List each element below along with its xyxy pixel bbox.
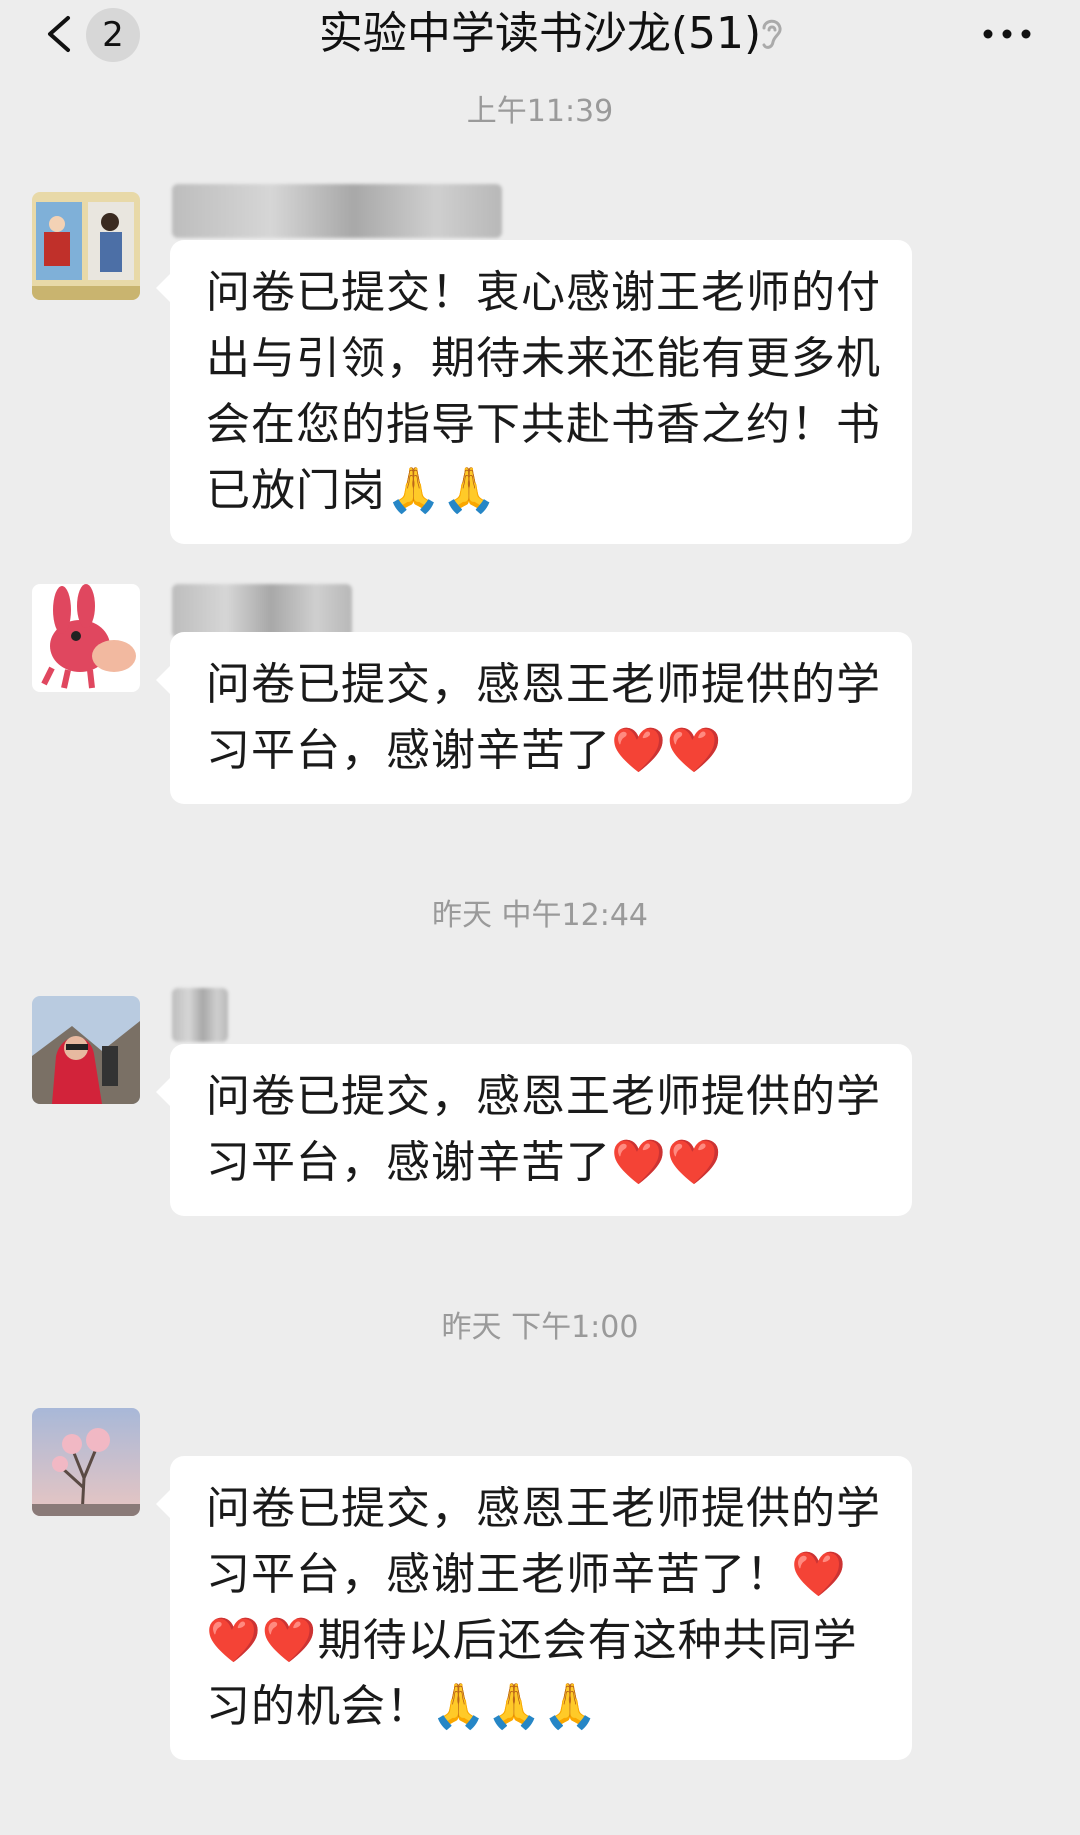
avatar[interactable]: [32, 996, 140, 1104]
ear-mute-icon: [762, 19, 782, 49]
unread-count-badge[interactable]: 2: [86, 8, 140, 62]
message-timestamp: 昨天 中午12:44: [432, 898, 648, 933]
message-bubble[interactable]: 问卷已提交！衷心感谢王老师的付出与引领，期待未来还能有更多机会在您的指导下共赴书…: [156, 240, 912, 544]
message-bubble[interactable]: 问卷已提交，感恩王老师提供的学习平台，感谢王老师辛苦了！❤️❤️❤️期待以后还会…: [156, 1456, 912, 1760]
avatar[interactable]: [32, 1408, 140, 1516]
ellipsis-icon[interactable]: [980, 22, 1034, 46]
avatar[interactable]: [32, 584, 140, 692]
sender-name: [172, 988, 228, 1042]
sender-name: [172, 584, 352, 638]
sender-name: [172, 184, 502, 238]
chevron-left-icon[interactable]: [42, 14, 78, 54]
avatar[interactable]: [32, 192, 140, 300]
page-title: 实验中学读书沙龙(51): [318, 8, 762, 59]
message-bubble[interactable]: 问卷已提交，感恩王老师提供的学习平台，感谢辛苦了❤️❤️: [156, 632, 912, 804]
message-bubble[interactable]: 问卷已提交，感恩王老师提供的学习平台，感谢辛苦了❤️❤️: [156, 1044, 912, 1216]
message-timestamp: 昨天 下午1:00: [441, 1310, 639, 1345]
chat-header: 2 实验中学读书沙龙(51): [0, 0, 1080, 68]
message-timestamp: 上午11:39: [466, 94, 614, 129]
